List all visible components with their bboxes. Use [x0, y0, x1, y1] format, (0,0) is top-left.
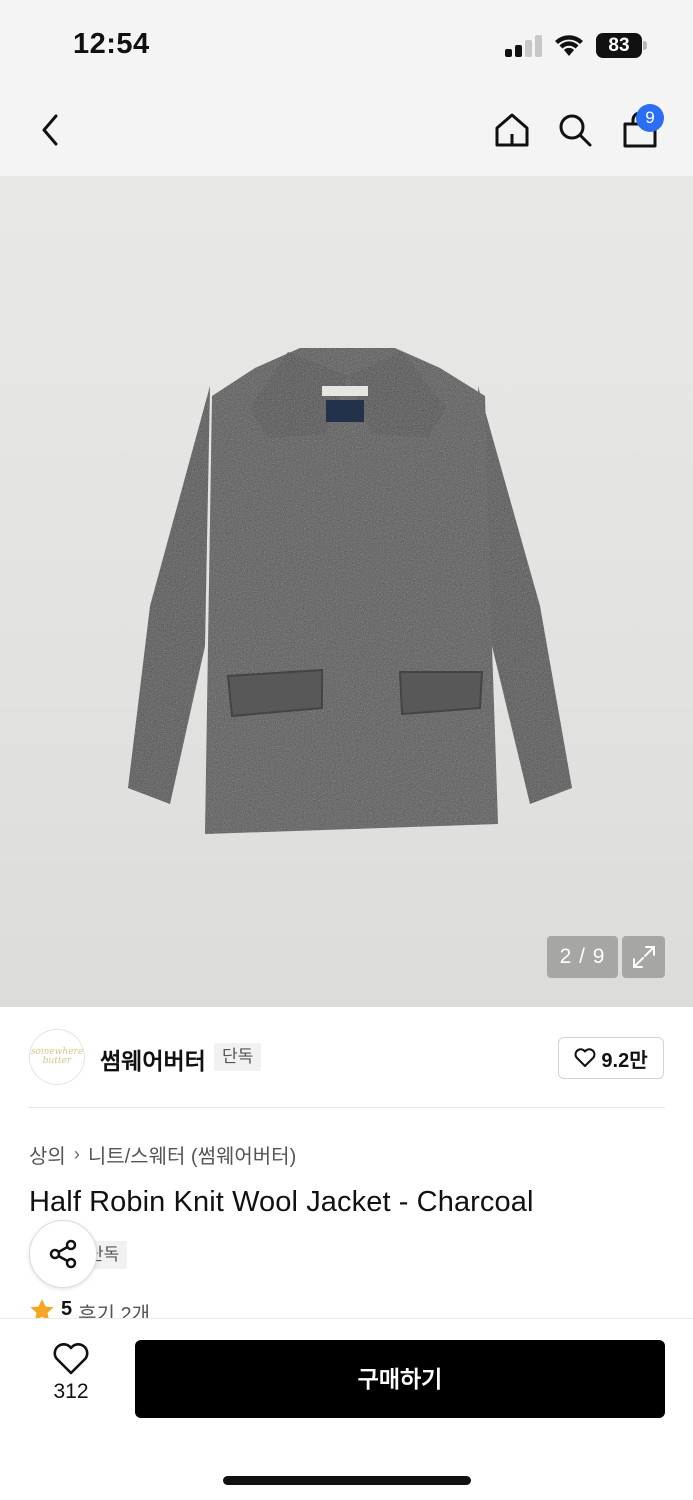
image-pager: 2 / 9	[547, 936, 618, 978]
brand-logo-text: somewhere butter	[30, 1047, 84, 1066]
home-indicator[interactable]	[223, 1476, 471, 1485]
share-button[interactable]	[29, 1220, 97, 1288]
review-count[interactable]: 후기 2개	[78, 1298, 150, 1320]
breadcrumb: 상의 › 니트/스웨터 (썸웨어버터)	[29, 1140, 296, 1169]
home-icon	[495, 113, 529, 147]
chevron-right-icon: ›	[73, 1144, 80, 1164]
back-button[interactable]	[28, 108, 72, 152]
expand-icon	[632, 946, 655, 968]
expand-image-button[interactable]	[622, 936, 665, 978]
rating-summary[interactable]: 5 후기 2개	[29, 1298, 150, 1320]
top-nav-bar	[0, 90, 693, 176]
wifi-icon	[553, 32, 585, 58]
cart-count-badge: 9	[636, 104, 664, 132]
product-title: Half Robin Knit Wool Jacket - Charcoal	[29, 1186, 534, 1218]
battery-icon: 83	[596, 33, 648, 58]
wishlist-count: 312	[53, 1380, 89, 1403]
chevron-left-icon	[42, 114, 58, 146]
breadcrumb-subcategory[interactable]: 니트/스웨터 (썸웨어버터)	[88, 1140, 296, 1169]
wishlist-button[interactable]: 312	[38, 1342, 104, 1412]
status-time: 12:54	[73, 28, 150, 60]
exclusive-tag: 단독	[214, 1043, 262, 1071]
home-button[interactable]	[490, 108, 534, 152]
divider	[29, 1107, 665, 1108]
search-icon	[559, 114, 592, 147]
product-image	[128, 348, 572, 834]
cellular-signal-icon	[505, 35, 543, 57]
heart-icon	[53, 1343, 89, 1375]
brand-like-count: 9.2만	[601, 1049, 648, 1072]
buy-button[interactable]: 구매하기	[135, 1340, 665, 1418]
brand-like-button[interactable]: 9.2만	[558, 1037, 664, 1079]
product-image-gallery[interactable]: 2 / 9	[0, 176, 693, 1007]
rating-score: 5	[61, 1298, 73, 1320]
brand-logo[interactable]: somewhere butter	[29, 1029, 85, 1085]
heart-icon	[574, 1048, 596, 1067]
battery-level: 83	[596, 33, 642, 58]
star-icon	[30, 1299, 54, 1320]
status-bar: 12:54 83	[0, 0, 693, 90]
breadcrumb-category[interactable]: 상의	[29, 1140, 66, 1169]
share-icon	[49, 1239, 77, 1269]
search-button[interactable]	[553, 108, 597, 152]
brand-name[interactable]: 썸웨어버터	[100, 1042, 206, 1076]
